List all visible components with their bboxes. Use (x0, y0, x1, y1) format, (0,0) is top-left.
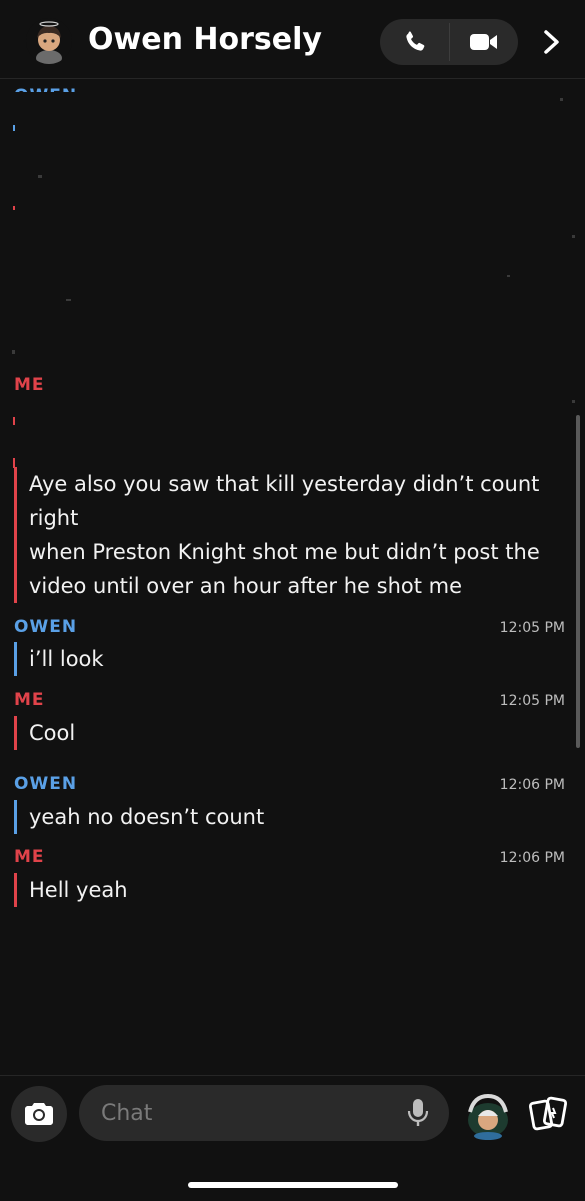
sender-label: ME (14, 375, 45, 395)
video-camera-icon (469, 34, 497, 50)
sender-label: OWEN (14, 617, 78, 637)
message-bubble[interactable]: Hell yeah (14, 873, 128, 907)
cards-icon[interactable] (528, 1094, 570, 1134)
chat-input[interactable] (79, 1085, 449, 1141)
chat-header: Owen Horsely (0, 0, 585, 79)
phone-icon (405, 31, 424, 51)
bitmoji-avatar-icon[interactable] (26, 18, 72, 64)
message-bubble[interactable]: Aye also you saw that kill yesterday did… (14, 467, 569, 603)
message-line: when Preston Knight shot me but didn’t p… (29, 540, 540, 564)
message-text: Cool (29, 721, 76, 745)
bitmoji-sticker-icon[interactable] (464, 1090, 512, 1140)
message-edge-fragment (13, 125, 15, 131)
chevron-right-icon[interactable] (536, 27, 566, 57)
message-line: Aye also you saw that kill yesterday did… (29, 472, 540, 496)
scrollbar[interactable] (576, 415, 580, 748)
message-bubble[interactable]: i’ll look (14, 642, 104, 676)
call-controls (380, 19, 518, 65)
message-bubble[interactable]: Cool (14, 716, 75, 750)
message-text: i’ll look (29, 647, 104, 671)
camera-button[interactable] (11, 1086, 67, 1142)
message-edge-fragment (13, 417, 15, 425)
composer-bar (0, 1075, 585, 1201)
message-line: right (29, 506, 79, 530)
sender-label: ME (14, 847, 45, 867)
voice-call-button[interactable] (380, 19, 449, 65)
cropped-sender-label: OWEN (14, 86, 78, 106)
message-text: Hell yeah (29, 878, 128, 902)
camera-icon (25, 1103, 53, 1125)
home-indicator[interactable] (188, 1182, 398, 1188)
sender-label: ME (14, 690, 45, 710)
page-title[interactable]: Owen Horsely (88, 22, 322, 57)
message-line: video until over an hour after he shot m… (29, 574, 463, 598)
microphone-icon[interactable] (405, 1098, 431, 1128)
message-edge-fragment (13, 206, 15, 210)
message-timestamp: 12:05 PM (499, 620, 565, 636)
cropped-message-text: … (28, 446, 138, 464)
message-timestamp: 12:06 PM (499, 777, 565, 793)
message-bubble[interactable]: yeah no doesn’t count (14, 800, 264, 834)
sender-label: OWEN (14, 774, 78, 794)
chat-thread[interactable]: OWEN ME … Aye also you saw that kill yes… (0, 80, 585, 1075)
video-call-button[interactable] (449, 19, 518, 65)
message-timestamp: 12:06 PM (499, 850, 565, 866)
message-timestamp: 12:05 PM (499, 693, 565, 709)
message-text: yeah no doesn’t count (29, 805, 265, 829)
